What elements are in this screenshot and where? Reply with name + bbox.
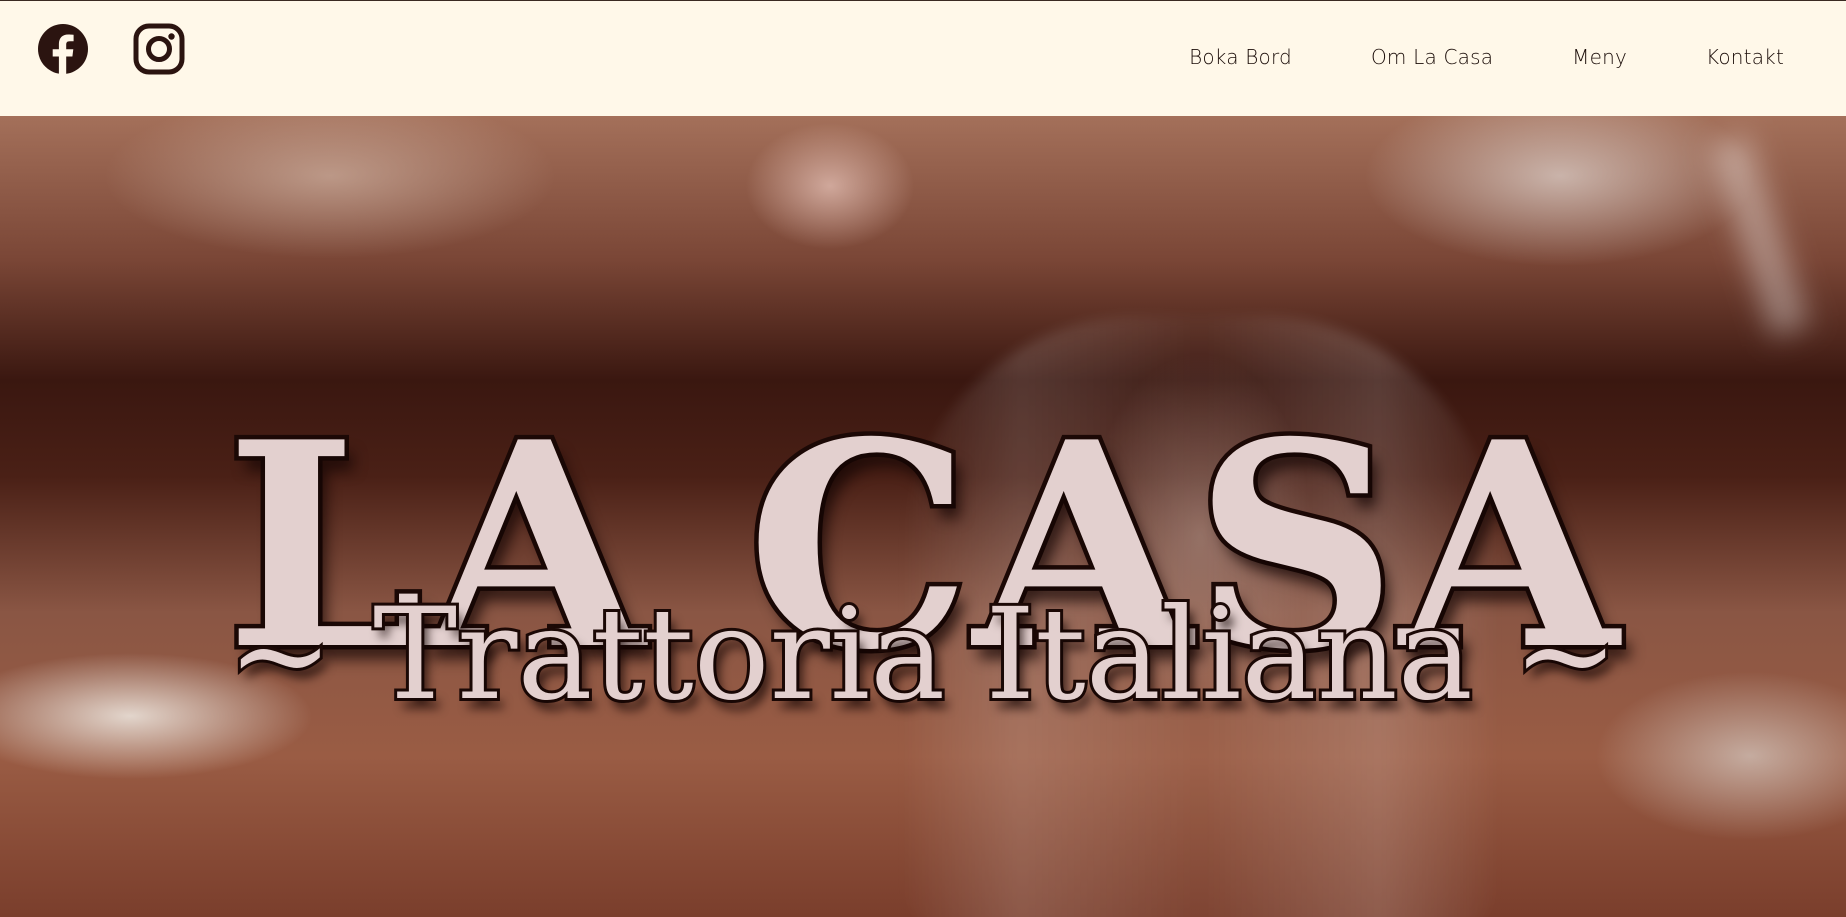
hero-banner: LA CASA ~ Trattoria Italiana ~ (0, 116, 1846, 917)
nav-item-kontakt[interactable]: Kontakt (1706, 45, 1784, 69)
hero-subtitle: ~ Trattoria Italiana ~ (225, 581, 1622, 728)
main-nav: Boka Bord Om La Casa Meny Kontakt (1189, 45, 1784, 69)
facebook-link[interactable] (37, 23, 89, 75)
nav-item-boka-bord[interactable]: Boka Bord (1189, 45, 1292, 69)
hero-background-shine (1710, 134, 1810, 338)
site-header: Boka Bord Om La Casa Meny Kontakt (0, 0, 1846, 116)
nav-item-meny[interactable]: Meny (1572, 45, 1627, 69)
instagram-link[interactable] (133, 23, 185, 75)
instagram-icon (133, 23, 185, 75)
facebook-icon (38, 24, 88, 75)
nav-item-om-la-casa[interactable]: Om La Casa (1371, 45, 1493, 69)
